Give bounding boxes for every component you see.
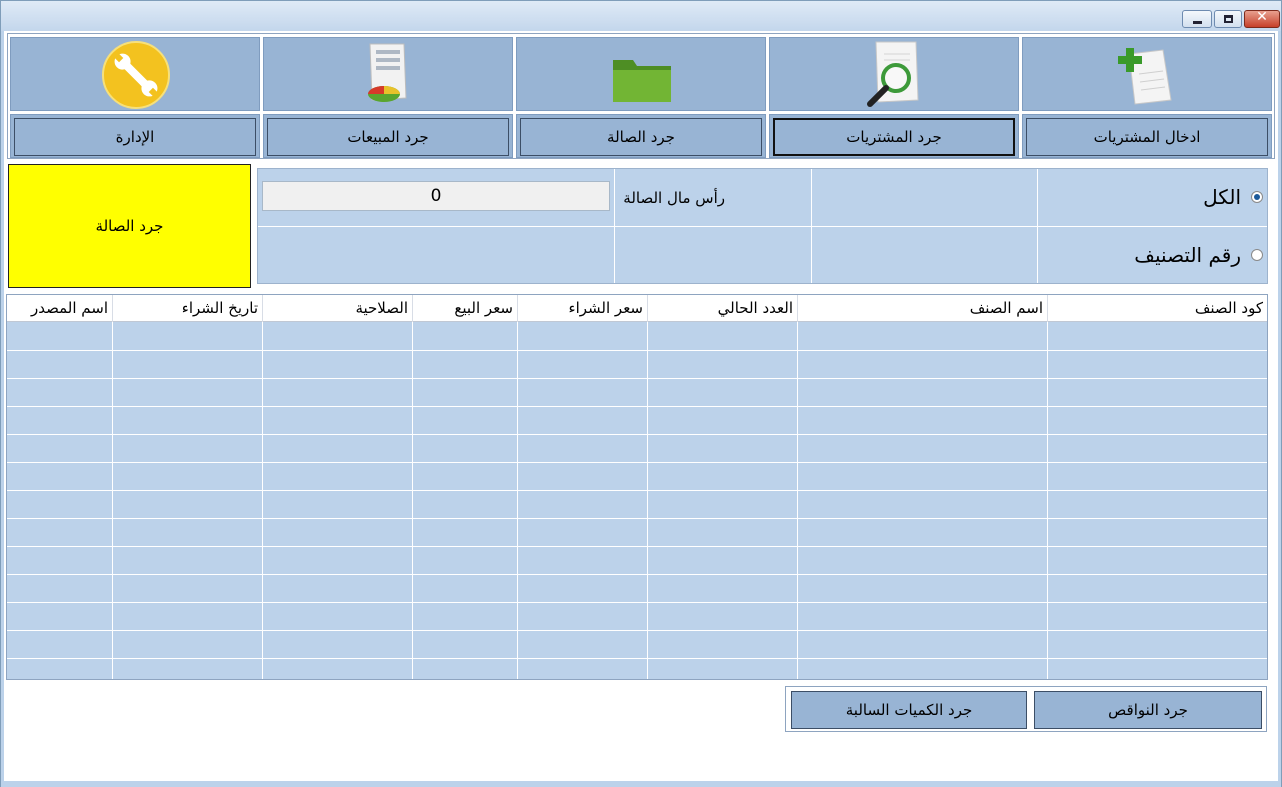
purchases-entry-button[interactable]: ادخال المشتريات [1026, 118, 1268, 156]
hall-inventory-button[interactable]: جرد الصالة [520, 118, 762, 156]
toolbar-label-cell: ادخال المشتريات [1022, 114, 1272, 158]
toolbar-label-cell: جرد المشتريات [769, 114, 1019, 158]
negative-quantities-button[interactable]: جرد الكميات السالبة [791, 691, 1027, 729]
option-all-cell: الكل [1038, 169, 1267, 227]
grid-row-divider [7, 518, 1267, 519]
toolbar-icon-cell-purchases-inventory[interactable] [769, 37, 1019, 111]
grid-column-divider [517, 322, 518, 679]
toolbar-label-cell: جرد المبيعات [263, 114, 513, 158]
column-header-current-count[interactable]: العدد الحالي [647, 295, 797, 322]
hall-inventory-title: جرد الصالة [8, 164, 251, 288]
grid-row-divider [7, 406, 1267, 407]
column-header-purchase-date[interactable]: تاريخ الشراء [112, 295, 262, 322]
folder-icon [613, 60, 671, 102]
grid-row-divider [7, 574, 1267, 575]
grid-row-divider [7, 490, 1267, 491]
option-category-cell: رقم التصنيف [1038, 227, 1267, 283]
capital-value-cell: 0 [258, 169, 615, 227]
grid-column-divider [1047, 322, 1048, 679]
toolbar-icon-cell-sales-inventory[interactable] [263, 37, 513, 111]
toolbar-icon-cell-purchases-entry[interactable] [1022, 37, 1272, 111]
empty-cell [812, 169, 1038, 227]
report-chart-icon [368, 43, 407, 102]
empty-cell [258, 227, 615, 283]
administration-button[interactable]: الإدارة [14, 118, 256, 156]
grid-column-divider [647, 322, 648, 679]
grid-row-divider [7, 546, 1267, 547]
option-category-label: رقم التصنيف [1134, 243, 1241, 267]
column-header-item-name[interactable]: اسم الصنف [797, 295, 1047, 322]
magnifier-document-icon [867, 41, 919, 107]
grid-column-divider [262, 322, 263, 679]
purchases-inventory-button[interactable]: جرد المشتريات [773, 118, 1015, 156]
toolbar-label-cell: جرد الصالة [516, 114, 766, 158]
grid-row-divider [7, 462, 1267, 463]
maximize-icon [1224, 15, 1233, 23]
minimize-button[interactable] [1182, 10, 1212, 28]
toolbar-icon-cell-administration[interactable] [10, 37, 260, 111]
bottom-actions: جرد النواقص جرد الكميات السالبة [785, 686, 1267, 732]
main-toolbar: ادخال المشتريات جرد المشتريات جرد الصالة… [7, 33, 1275, 159]
column-header-expiry[interactable]: الصلاحية [262, 295, 412, 322]
close-button[interactable]: ✕ [1244, 9, 1280, 28]
shortages-inventory-button[interactable]: جرد النواقص [1034, 691, 1262, 729]
grid-row-divider [7, 602, 1267, 603]
grid-row-divider [7, 434, 1267, 435]
toolbar-label-cell: الإدارة [10, 114, 260, 158]
grid-row-divider [7, 630, 1267, 631]
client-area: ادخال المشتريات جرد المشتريات جرد الصالة… [4, 31, 1278, 781]
grid-header: كود الصنف اسم الصنف العدد الحالي سعر الش… [7, 295, 1267, 322]
grid-row-divider [7, 658, 1267, 659]
column-header-purchase-price[interactable]: سعر الشراء [517, 295, 647, 322]
capital-value-field[interactable]: 0 [262, 181, 610, 211]
option-category[interactable]: رقم التصنيف [1134, 243, 1263, 267]
items-grid[interactable]: كود الصنف اسم الصنف العدد الحالي سعر الش… [6, 294, 1268, 680]
title-bar[interactable]: ✕ [1, 1, 1281, 31]
toolbar-icon-cell-hall-inventory[interactable] [516, 37, 766, 111]
grid-row-divider [7, 350, 1267, 351]
sales-inventory-button[interactable]: جرد المبيعات [267, 118, 509, 156]
capital-label-cell: رأس مال الصالة [615, 169, 812, 227]
empty-cell [615, 227, 812, 283]
app-window: ✕ ادخال المشتريات جرد المشتريات جرد الصا… [0, 0, 1282, 787]
grid-column-divider [112, 322, 113, 679]
grid-column-divider [797, 322, 798, 679]
radio-all[interactable] [1251, 191, 1263, 203]
minimize-icon [1193, 21, 1202, 24]
grid-column-divider [412, 322, 413, 679]
window-bottom-border [1, 781, 1281, 787]
add-document-icon [1118, 48, 1172, 105]
maximize-button[interactable] [1214, 10, 1242, 28]
column-header-supplier-name[interactable]: اسم المصدر [7, 295, 112, 322]
radio-category[interactable] [1251, 249, 1263, 261]
option-all[interactable]: الكل [1203, 185, 1263, 209]
close-icon: ✕ [1256, 9, 1268, 25]
capital-label: رأس مال الصالة [623, 189, 725, 207]
option-all-label: الكل [1203, 185, 1241, 209]
grid-row-divider [7, 378, 1267, 379]
empty-cell [812, 227, 1038, 283]
filter-panel: 0 رأس مال الصالة الكل رقم التصنيف [257, 168, 1268, 284]
column-header-sale-price[interactable]: سعر البيع [412, 295, 517, 322]
column-header-item-code[interactable]: كود الصنف [1047, 295, 1267, 322]
wrench-icon [102, 41, 170, 109]
